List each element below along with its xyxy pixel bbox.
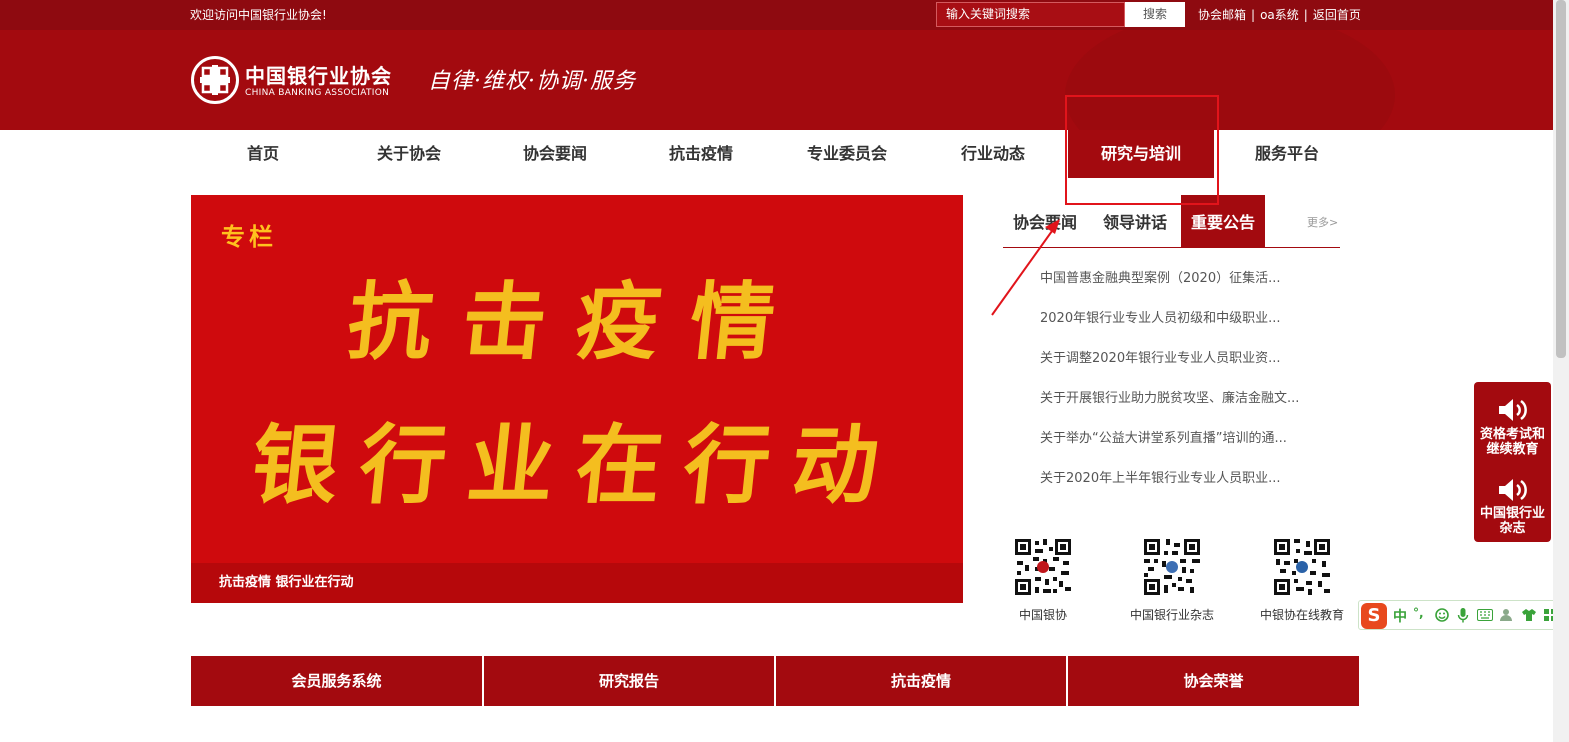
float-item-exam-education[interactable]: 资格考试和 继续教育 xyxy=(1474,427,1551,457)
news-item[interactable]: 2020年银行业专业人员初级和中级职业... xyxy=(1040,299,1340,339)
quick-link-epidemic[interactable]: 抗击疫情 xyxy=(776,656,1066,706)
page-scrollbar[interactable] xyxy=(1553,0,1569,742)
news-item[interactable]: 关于2020年上半年银行业专业人员职业... xyxy=(1040,459,1340,499)
logo-title-cn[interactable]: 中国银行业协会 xyxy=(245,60,392,89)
floating-side-panel: 资格考试和 继续教育 中国银行业 杂志 xyxy=(1474,382,1551,542)
float-label: 继续教育 xyxy=(1486,442,1539,457)
speaker-icon xyxy=(1499,399,1527,421)
quick-links: 会员服务系统 研究报告 抗击疫情 协会荣誉 xyxy=(191,656,1359,706)
top-links: 协会邮箱 | oa系统 | 返回首页 xyxy=(1198,0,1361,30)
quick-link-member-system[interactable]: 会员服务系统 xyxy=(191,656,482,706)
feature-banner[interactable]: 专栏 抗击疫情 银行业在行动 抗击疫情 银行业在行动 xyxy=(191,195,963,603)
logo-title-en: CHINA BANKING ASSOCIATION xyxy=(245,88,390,98)
news-item[interactable]: 中国普惠金融典型案例（2020）征集活... xyxy=(1040,259,1340,299)
qr-label: 中国银协 xyxy=(1018,608,1067,622)
news-item[interactable]: 关于举办“公益大讲堂系列直播”培训的通... xyxy=(1040,419,1340,459)
link-mailbox[interactable]: 协会邮箱 xyxy=(1198,8,1246,22)
link-oa-system[interactable]: oa系统 xyxy=(1260,8,1299,22)
slogan: 自律·维权·协调·服务 xyxy=(428,69,636,94)
logo-icon[interactable] xyxy=(191,56,239,104)
nav-about[interactable]: 关于协会 xyxy=(336,130,482,178)
search-input[interactable]: 输入关键词搜索 xyxy=(936,2,1125,27)
float-label: 中国银行业 xyxy=(1479,506,1545,521)
microphone-icon[interactable] xyxy=(1457,607,1469,623)
banner-caption[interactable]: 抗击疫情 银行业在行动 xyxy=(191,563,963,603)
ime-punct-toggle[interactable]: °, xyxy=(1413,606,1424,620)
qr-label: 中国银行业杂志 xyxy=(1129,608,1214,622)
speaker-icon xyxy=(1499,479,1527,501)
scrollbar-thumb[interactable] xyxy=(1556,0,1566,358)
skin-icon[interactable] xyxy=(1521,608,1537,622)
more-link[interactable]: 更多> xyxy=(1307,214,1338,230)
ime-mode-toggle[interactable]: 中 xyxy=(1393,606,1407,626)
separator: | xyxy=(1251,8,1256,22)
top-bar: 欢迎访问中国银行业协会! 输入关键词搜索 搜索 协会邮箱 | oa系统 | 返回首页 xyxy=(0,0,1553,30)
qr-block-cba: 中国银协 xyxy=(1003,537,1083,623)
nav-committees[interactable]: 专业委员会 xyxy=(774,130,920,178)
person-icon[interactable] xyxy=(1499,608,1515,622)
annotation-highlight-box xyxy=(1065,95,1219,205)
separator: | xyxy=(1303,8,1308,22)
qr-block-magazine: 中国银行业杂志 xyxy=(1117,537,1227,623)
qr-code-icon xyxy=(1142,537,1202,597)
quick-link-research-reports[interactable]: 研究报告 xyxy=(484,656,774,706)
banner-headline-1: 抗击疫情 xyxy=(343,272,810,371)
welcome-text: 欢迎访问中国银行业协会! xyxy=(190,8,327,22)
nav-services[interactable]: 服务平台 xyxy=(1214,130,1360,178)
news-list: 中国普惠金融典型案例（2020）征集活... 2020年银行业专业人员初级和中级… xyxy=(1040,259,1340,499)
float-label: 资格考试和 xyxy=(1479,427,1545,442)
link-home[interactable]: 返回首页 xyxy=(1313,8,1361,22)
annotation-arrow xyxy=(991,219,1060,316)
nav-news[interactable]: 协会要闻 xyxy=(482,130,628,178)
banner-headline-2: 银行业在行动 xyxy=(246,415,906,516)
qr-block-online-education: 中银协在线教育 xyxy=(1247,537,1357,623)
qr-label: 中银协在线教育 xyxy=(1259,608,1344,622)
banner-tag: 专栏 xyxy=(221,223,277,251)
nav-industry[interactable]: 行业动态 xyxy=(920,130,1066,178)
search-button[interactable]: 搜索 xyxy=(1125,2,1185,27)
quick-link-honors[interactable]: 协会荣誉 xyxy=(1068,656,1359,706)
nav-home[interactable]: 首页 xyxy=(190,130,336,178)
qr-code-icon xyxy=(1272,537,1332,597)
qr-code-icon xyxy=(1013,537,1073,597)
ime-toolbar[interactable]: S 中 °, xyxy=(1358,600,1563,630)
ime-logo-icon[interactable]: S xyxy=(1361,603,1387,629)
float-label: 杂志 xyxy=(1499,521,1526,536)
keyboard-icon[interactable] xyxy=(1477,609,1493,621)
news-item[interactable]: 关于开展银行业助力脱贫攻坚、廉洁金融文... xyxy=(1040,379,1340,419)
emoji-icon[interactable] xyxy=(1435,608,1449,622)
news-item[interactable]: 关于调整2020年银行业专业人员职业资... xyxy=(1040,339,1340,379)
header: 中国银行业协会 CHINA BANKING ASSOCIATION 自律·维权·… xyxy=(0,30,1553,130)
float-item-magazine[interactable]: 中国银行业 杂志 xyxy=(1474,506,1551,536)
nav-epidemic[interactable]: 抗击疫情 xyxy=(628,130,774,178)
